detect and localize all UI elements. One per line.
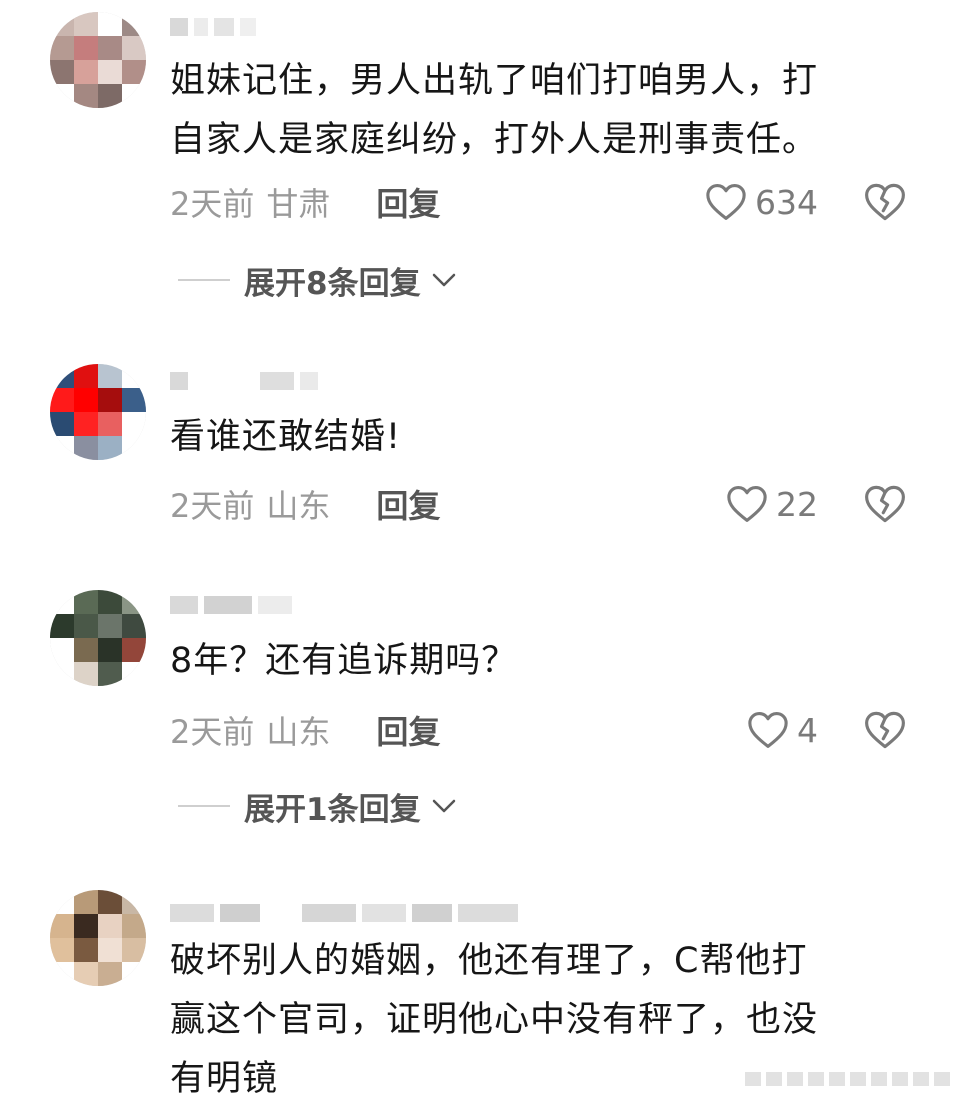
expand-replies-label: 展开8条回复 [244, 265, 421, 302]
expand-replies-button[interactable]: 展开8条回复 [178, 260, 457, 302]
avatar[interactable] [50, 12, 146, 108]
expand-replies-button[interactable]: 展开1条回复 [178, 786, 457, 828]
comment-meta: 2天前 山东 回复 [170, 481, 440, 527]
divider-line [178, 279, 230, 281]
like-button[interactable]: 634 [705, 182, 818, 222]
comment-meta: 2天前 甘肃 回复 [170, 179, 440, 225]
avatar[interactable] [50, 890, 146, 986]
chevron-down-icon [432, 799, 455, 813]
comment-time: 2天前 [170, 487, 255, 525]
comment-location: 甘肃 [266, 185, 331, 223]
username-blurred[interactable] [170, 900, 518, 926]
reply-button[interactable]: 回复 [376, 179, 440, 225]
comment-text: 姐妹记住，男人出轨了咱们打咱男人，打 自家人是家庭纠纷，打外人是刑事责任。 [170, 61, 819, 160]
like-count: 634 [755, 182, 818, 222]
username-blurred[interactable] [170, 14, 256, 40]
expand-replies-label: 展开1条回复 [244, 791, 421, 828]
comment-location: 山东 [266, 713, 331, 751]
comment-time: 2天前 [170, 713, 255, 751]
username-blurred[interactable] [170, 368, 318, 394]
heart-outline-icon [727, 486, 767, 522]
divider-line [178, 805, 230, 807]
heart-outline-icon [706, 184, 746, 220]
broken-heart-icon[interactable] [864, 484, 906, 524]
comment-meta: 2天前 山东 回复 [170, 707, 440, 753]
reply-button[interactable]: 回复 [376, 481, 440, 527]
broken-heart-icon[interactable] [864, 710, 906, 750]
like-count: 22 [776, 484, 818, 524]
heart-outline-icon [748, 712, 788, 748]
comment-text: 看谁还敢结婚! [170, 417, 402, 457]
like-button[interactable]: 22 [726, 484, 818, 524]
reply-button[interactable]: 回复 [376, 707, 440, 753]
like-button[interactable]: 4 [747, 710, 818, 750]
avatar[interactable] [50, 364, 146, 460]
comment-time: 2天前 [170, 185, 255, 223]
comment-location: 山东 [266, 487, 331, 525]
avatar[interactable] [50, 590, 146, 686]
image-edge-strip [745, 1072, 950, 1086]
like-count: 4 [797, 710, 818, 750]
comment-text: 8年？还有追诉期吗？ [170, 641, 518, 681]
chevron-down-icon [432, 273, 455, 287]
broken-heart-icon[interactable] [864, 182, 906, 222]
username-blurred[interactable] [170, 592, 292, 618]
